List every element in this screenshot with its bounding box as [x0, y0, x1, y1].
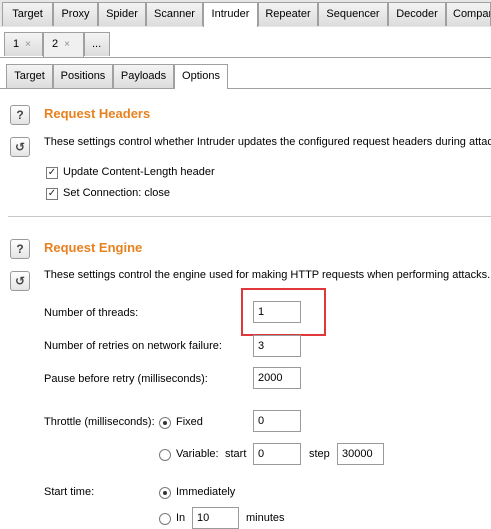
- variable-start-input[interactable]: 0: [253, 443, 301, 465]
- retries-input[interactable]: 3: [253, 335, 301, 357]
- fixed-label: Fixed: [176, 416, 203, 428]
- request-headers-title: Request Headers: [44, 106, 151, 121]
- subtab-options[interactable]: Options: [174, 64, 228, 89]
- reset-icon[interactable]: ↺: [10, 271, 30, 291]
- start-immediately-radio[interactable]: [159, 487, 171, 499]
- highlight-box: [241, 288, 326, 336]
- set-connection-close-checkbox[interactable]: ✓: [46, 188, 58, 200]
- attack-tab-2-label: 2: [52, 38, 59, 50]
- request-engine-title: Request Engine: [44, 240, 143, 255]
- variable-step-input[interactable]: 30000: [337, 443, 384, 465]
- update-content-length-checkbox[interactable]: ✓: [46, 167, 58, 179]
- request-headers-description: These settings control whether Intruder …: [44, 136, 491, 148]
- subtab-target[interactable]: Target: [6, 64, 53, 88]
- tab-spider[interactable]: Spider: [98, 2, 146, 26]
- throttle-fixed-radio[interactable]: [159, 417, 171, 429]
- options-panel: ? Request Headers ↺ These settings contr…: [0, 89, 491, 529]
- tab-intruder[interactable]: Intruder: [203, 2, 258, 28]
- tab-decoder[interactable]: Decoder: [388, 2, 446, 26]
- help-icon[interactable]: ?: [10, 105, 30, 125]
- reset-icon[interactable]: ↺: [10, 137, 30, 157]
- tab-repeater[interactable]: Repeater: [258, 2, 318, 26]
- fixed-input[interactable]: 0: [253, 410, 301, 432]
- attack-tab-2[interactable]: 2 ×: [43, 32, 84, 57]
- section-divider: [8, 216, 491, 217]
- threads-label: Number of threads:: [44, 307, 139, 319]
- intruder-sub-tab-bar: Target Positions Payloads Options: [0, 58, 491, 89]
- attack-tab-1[interactable]: 1 ×: [4, 32, 43, 56]
- tool-tab-bar: Target Proxy Spider Scanner Intruder Rep…: [0, 0, 491, 28]
- immediately-label: Immediately: [176, 486, 236, 498]
- start-in-radio[interactable]: [159, 513, 171, 525]
- variable-label: Variable:: [176, 448, 219, 460]
- start-label: start: [225, 448, 247, 460]
- tab-proxy[interactable]: Proxy: [53, 2, 98, 26]
- attack-tab-1-label: 1: [13, 38, 20, 50]
- throttle-label: Throttle (milliseconds):: [44, 416, 155, 428]
- request-engine-description: These settings control the engine used f…: [44, 269, 491, 281]
- set-connection-close-label: Set Connection: close: [63, 187, 171, 199]
- step-label: step: [309, 448, 330, 460]
- minutes-label: minutes: [246, 512, 285, 524]
- retries-label: Number of retries on network failure:: [44, 340, 222, 352]
- help-icon[interactable]: ?: [10, 239, 30, 259]
- throttle-variable-radio[interactable]: [159, 449, 171, 461]
- attack-tab-bar: 1 × 2 × ...: [0, 27, 491, 58]
- tab-scanner[interactable]: Scanner: [146, 2, 203, 26]
- tab-comparer[interactable]: Comparer: [446, 2, 491, 26]
- subtab-positions[interactable]: Positions: [53, 64, 113, 88]
- subtab-payloads[interactable]: Payloads: [113, 64, 174, 88]
- start-time-label: Start time:: [44, 486, 95, 498]
- pause-input[interactable]: 2000: [253, 367, 301, 389]
- close-icon[interactable]: ×: [25, 39, 31, 50]
- in-label: In: [176, 512, 186, 524]
- tab-target[interactable]: Target: [2, 2, 53, 26]
- tab-sequencer[interactable]: Sequencer: [318, 2, 388, 26]
- update-content-length-label: Update Content-Length header: [63, 166, 215, 178]
- new-tab-button[interactable]: ...: [84, 32, 110, 56]
- close-icon[interactable]: ×: [64, 39, 70, 50]
- pause-label: Pause before retry (milliseconds):: [44, 373, 208, 385]
- start-in-minutes-input[interactable]: 10: [192, 507, 239, 529]
